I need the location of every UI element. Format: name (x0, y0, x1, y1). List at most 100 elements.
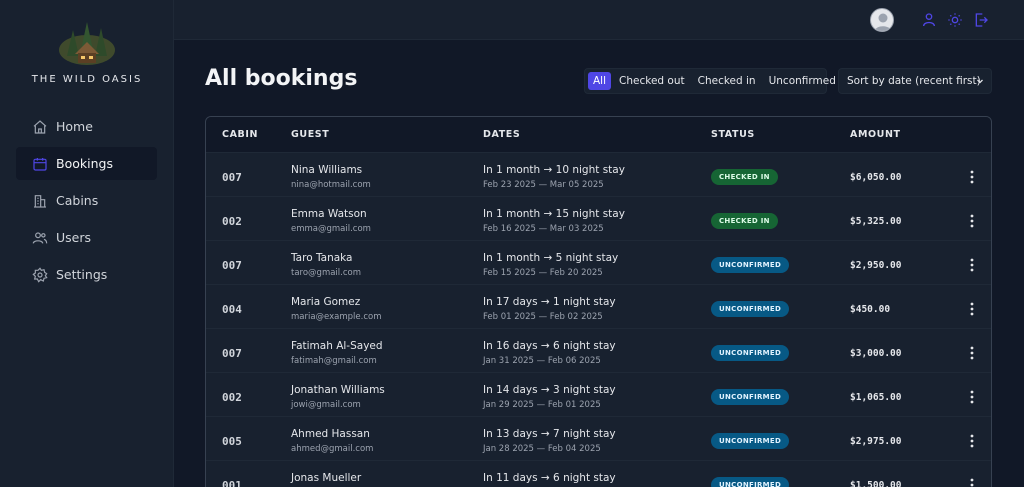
cabin-number: 002 (222, 215, 242, 228)
row-menu-button[interactable] (966, 169, 978, 185)
more-vertical-icon (970, 258, 974, 272)
table-row[interactable]: 002 Emma Watson emma@gmail.com In 1 month →… (206, 197, 991, 241)
more-vertical-icon (970, 302, 974, 316)
home-icon (33, 119, 47, 134)
sidebar-item-bookings[interactable]: Bookings (16, 147, 157, 180)
column-header-guest: GUEST (291, 129, 330, 140)
sidebar-item-cabins[interactable]: Cabins (16, 184, 157, 217)
more-vertical-icon (970, 214, 974, 228)
booking-amount: $1,500.00 (850, 480, 902, 487)
guest-email: nina@hotmail.com (291, 180, 371, 190)
more-vertical-icon (970, 390, 974, 404)
cabin-number: 005 (222, 435, 242, 448)
stay-summary: In 11 days → 6 night stay (483, 472, 616, 484)
status-filter: All Checked out Checked in Unconfirmed (584, 68, 836, 94)
stay-summary: In 14 days → 3 night stay (483, 384, 616, 396)
guest-email: taro@gmail.com (291, 268, 362, 278)
guest-email: ahmed@gmail.com (291, 444, 374, 454)
table-row[interactable]: 005 Ahmed Hassan ahmed@gmail.com In 13 days… (206, 417, 991, 461)
column-header-dates: DATES (483, 129, 521, 140)
guest-name: Jonas Mueller (291, 472, 362, 484)
status-badge: UNCONFIRMED (711, 389, 790, 405)
sidebar-item-label: Home (56, 119, 93, 134)
sidebar-item-settings[interactable]: Settings (16, 258, 157, 291)
column-header-status: STATUS (711, 129, 755, 140)
gear-icon (32, 266, 48, 283)
brand-name: THE WILD OASIS (31, 74, 143, 85)
logout-icon[interactable] (973, 12, 989, 28)
users-icon (32, 231, 48, 244)
status-badge: CHECKED IN (711, 213, 778, 229)
more-vertical-icon (970, 346, 974, 360)
sidebar-item-users[interactable]: Users (16, 221, 157, 254)
stay-summary: In 1 month → 10 night stay (483, 164, 625, 176)
sidebar-nav: Home Bookings Cabins Users Settings (16, 110, 157, 295)
stay-summary: In 1 month → 5 night stay (483, 252, 619, 264)
cabin-number: 004 (222, 303, 242, 316)
table-row[interactable]: 002 Jonathan Williams jowi@gmail.com In 14 … (206, 373, 991, 417)
booking-amount: $3,000.00 (850, 348, 902, 359)
date-range: Feb 23 2025 — Mar 05 2025 (483, 180, 604, 190)
cabin-number: 002 (222, 391, 242, 404)
column-header-amount: AMOUNT (850, 129, 901, 140)
sidebar-item-label: Users (56, 230, 92, 245)
cabin-number: 001 (222, 479, 242, 487)
top-header (174, 0, 1024, 40)
guest-name: Emma Watson (291, 208, 367, 220)
booking-amount: $2,950.00 (850, 260, 902, 271)
guest-email: emma@gmail.com (291, 224, 371, 234)
booking-amount: $1,065.00 (850, 392, 902, 403)
sidebar-item-home[interactable]: Home (16, 110, 157, 143)
status-badge: UNCONFIRMED (711, 257, 790, 273)
row-menu-button[interactable] (966, 213, 978, 229)
row-menu-button[interactable] (966, 257, 978, 273)
table-row[interactable]: 004 Maria Gomez maria@example.com In 17 day… (206, 285, 991, 329)
table-row[interactable]: 007 Fatimah Al-Sayed fatimah@gmail.com In 1… (206, 329, 991, 373)
sidebar: THE WILD OASIS Home Bookings Cabins User… (0, 0, 174, 487)
filter-checked-out-button[interactable]: Checked out (614, 72, 690, 90)
date-range: Jan 31 2025 — Feb 06 2025 (483, 356, 601, 366)
booking-amount: $2,975.00 (850, 436, 902, 447)
stay-summary: In 13 days → 7 night stay (483, 428, 616, 440)
stay-summary: In 17 days → 1 night stay (483, 296, 616, 308)
table-row[interactable]: 007 Taro Tanaka taro@gmail.com In 1 month →… (206, 241, 991, 285)
chevron-down-icon (977, 79, 983, 84)
guest-name: Ahmed Hassan (291, 428, 370, 440)
sun-icon[interactable] (947, 12, 963, 28)
table-row[interactable]: 001 Jonas Mueller In 11 days → 6 night sta… (206, 461, 991, 487)
row-menu-button[interactable] (966, 389, 978, 405)
sort-select-label: Sort by date (recent first) (847, 75, 981, 87)
sidebar-item-label: Cabins (56, 193, 99, 208)
user-icon[interactable] (921, 12, 937, 28)
status-badge: UNCONFIRMED (711, 477, 790, 487)
table-header: CABIN GUEST DATES STATUS AMOUNT (206, 117, 991, 153)
cabin-number: 007 (222, 259, 242, 272)
filter-all-button[interactable]: All (588, 72, 612, 90)
row-menu-button[interactable] (966, 433, 978, 449)
more-vertical-icon (970, 434, 974, 448)
filter-unconfirmed-button[interactable]: Unconfirmed (764, 72, 841, 90)
status-badge: UNCONFIRMED (711, 301, 790, 317)
cabin-number: 007 (222, 171, 242, 184)
date-range: Jan 28 2025 — Feb 04 2025 (483, 444, 601, 454)
row-menu-button[interactable] (966, 345, 978, 361)
stay-summary: In 1 month → 15 night stay (483, 208, 625, 220)
sort-select[interactable]: Sort by date (recent first) (838, 68, 992, 94)
avatar[interactable] (870, 8, 894, 32)
stay-summary: In 16 days → 6 night stay (483, 340, 616, 352)
guest-email: fatimah@gmail.com (291, 356, 377, 366)
guest-name: Jonathan Williams (291, 384, 385, 396)
building-icon (34, 194, 46, 208)
column-header-cabin: CABIN (222, 129, 259, 140)
row-menu-button[interactable] (966, 477, 978, 487)
guest-name: Taro Tanaka (291, 252, 353, 264)
more-vertical-icon (970, 478, 974, 487)
filter-checked-in-button[interactable]: Checked in (693, 72, 761, 90)
page-title: All bookings (205, 66, 358, 91)
booking-amount: $5,325.00 (850, 216, 902, 227)
row-menu-button[interactable] (966, 301, 978, 317)
table-row[interactable]: 007 Nina Williams nina@hotmail.com In 1 mon… (206, 153, 991, 197)
booking-amount: $6,050.00 (850, 172, 902, 183)
status-badge: UNCONFIRMED (711, 433, 790, 449)
calendar-icon (33, 157, 47, 171)
